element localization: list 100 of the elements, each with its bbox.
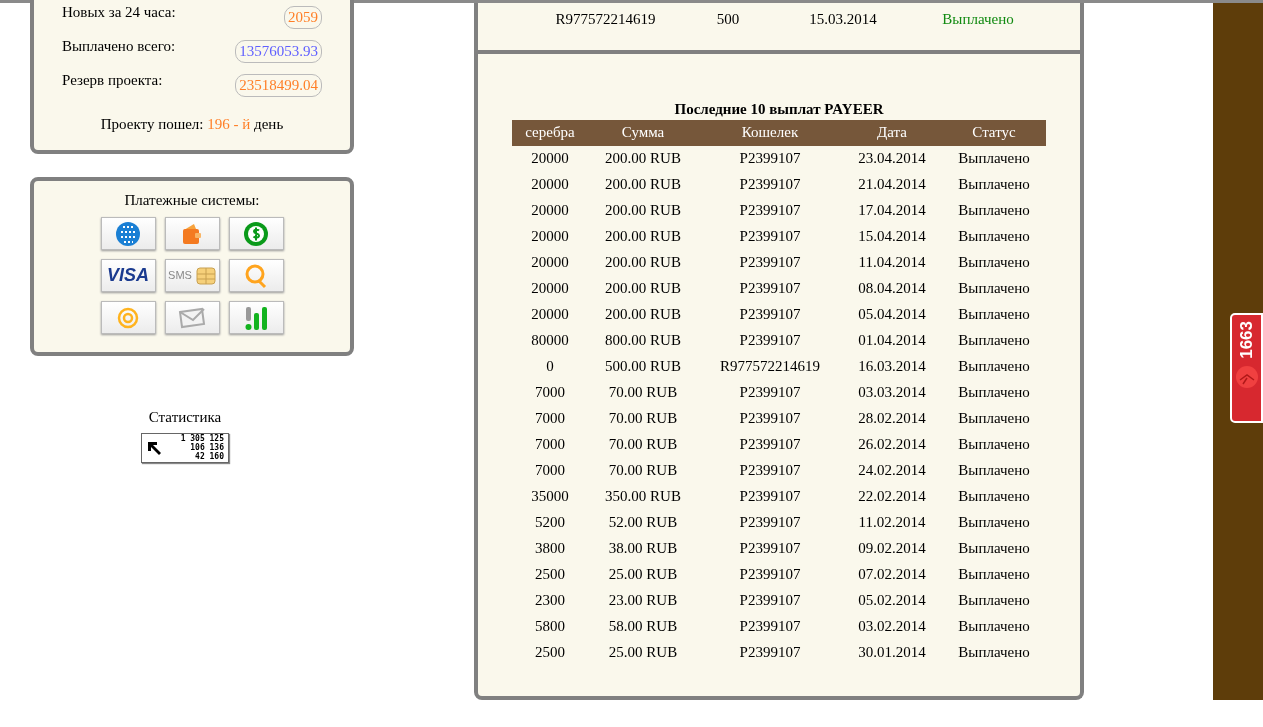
table-cell-text: P2399107 [738, 201, 802, 221]
table-cell-text: Выплачено [957, 617, 1031, 637]
sim-chip-icon [195, 265, 216, 286]
table-cell-text: 52.00 RUB [607, 513, 679, 533]
table-cell-text: Выплачено [957, 305, 1031, 325]
visa-logo: VISA [107, 264, 149, 287]
column-header: Статус [971, 123, 1017, 143]
dollar-icon [243, 220, 269, 247]
table-cell-text: 16.03.2014 [857, 357, 927, 377]
table-cell-text: 35000 [530, 487, 570, 507]
payment-method-button[interactable]: VISA [100, 259, 156, 292]
table-cell-text: Выплачено [941, 10, 1015, 29]
table-cell-text: P2399107 [738, 383, 802, 403]
table-cell-text: P2399107 [738, 253, 802, 273]
table-cell-text: P2399107 [738, 591, 802, 611]
column-header: Кошелек [740, 123, 800, 143]
table-cell-text: 26.02.2014 [857, 435, 927, 455]
table-cell-text: 23.04.2014 [857, 149, 927, 169]
table-cell-text: P2399107 [738, 643, 802, 663]
table-cell-text: 500 [715, 10, 741, 29]
panel-title: Платежные системы: [124, 190, 260, 210]
table-cell-text: Выплачено [957, 591, 1031, 611]
table-cell-text: Выплачено [957, 409, 1031, 429]
stat-label: Новых за 24 часа: [62, 3, 176, 22]
table-cell-text: 20000 [530, 149, 570, 169]
table-cell-text: P2399107 [738, 409, 802, 429]
globe-icon [115, 220, 141, 247]
table-cell-text: 70.00 RUB [607, 383, 679, 403]
table-cell-text: 17.04.2014 [857, 201, 927, 221]
table-cell-text: Выплачено [957, 539, 1031, 559]
column-header: серебра [524, 123, 576, 143]
payment-method-button[interactable] [228, 301, 284, 334]
counter-number: 1 305 125 [180, 434, 224, 443]
table-cell-text: 11.02.2014 [857, 513, 927, 533]
table-cell-text: 7000 [534, 461, 566, 481]
payment-method-button[interactable] [228, 259, 284, 292]
payment-method-button[interactable] [164, 217, 220, 250]
table-cell-text: 20000 [530, 253, 570, 273]
table-cell-text: 200.00 RUB [604, 201, 682, 221]
table-cell-text: 350.00 RUB [604, 487, 682, 507]
table-cell-text: P2399107 [738, 513, 802, 533]
table-cell-text: 15.03.2014 [808, 10, 878, 29]
table-title: Последние 10 выплат PAYEER [674, 99, 884, 119]
table-cell-text: Выплачено [957, 175, 1031, 195]
wallet-icon [180, 221, 204, 246]
table-cell-text: 70.00 RUB [607, 461, 679, 481]
table-cell-text: 24.02.2014 [857, 461, 927, 481]
table-cell-text: 11.04.2014 [857, 253, 927, 273]
table-cell-text: P2399107 [738, 227, 802, 247]
table-cell-text: 38.00 RUB [607, 539, 679, 559]
table-cell-text: 21.04.2014 [857, 175, 927, 195]
payment-method-button[interactable] [228, 217, 284, 250]
table-cell-text: P2399107 [738, 305, 802, 325]
payment-method-button[interactable] [100, 301, 156, 334]
table-cell-text: 20000 [530, 227, 570, 247]
arrow-icon [146, 439, 162, 456]
table-cell-text: 23.00 RUB [607, 591, 679, 611]
table-cell-text: 70.00 RUB [607, 409, 679, 429]
table-cell-text: 01.04.2014 [857, 331, 927, 351]
table-cell-text: 20000 [530, 279, 570, 299]
table-cell-text: Выплачено [957, 227, 1031, 247]
table-cell-text: 08.04.2014 [857, 279, 927, 299]
statistics-title: Статистика [148, 408, 222, 427]
table-cell-text: 15.04.2014 [857, 227, 927, 247]
table-cell-text: 5200 [534, 513, 566, 533]
table-cell-text: 07.02.2014 [857, 565, 927, 585]
table-cell-text: 58.00 RUB [607, 617, 679, 637]
badge-count: 1663 [1235, 321, 1257, 359]
table-cell-text: Выплачено [957, 201, 1031, 221]
table-cell-text: 200.00 RUB [604, 253, 682, 273]
table-cell-text: 2500 [534, 565, 566, 585]
table-cell-text: 05.02.2014 [857, 591, 927, 611]
counter-number: 106 136 [190, 443, 224, 452]
table-cell-text: P2399107 [738, 279, 802, 299]
table-cell-text: 500.00 RUB [604, 357, 682, 377]
table-cell-text: R977572214619 [719, 357, 821, 377]
bars-icon [244, 304, 268, 331]
table-cell-text: R977572214619 [554, 10, 657, 29]
payment-method-button[interactable] [100, 217, 156, 250]
table-cell-text: 25.00 RUB [607, 565, 679, 585]
table-cell-text: P2399107 [738, 539, 802, 559]
table-cell-text: Выплачено [957, 279, 1031, 299]
table-cell-text: 7000 [534, 383, 566, 403]
table-cell-text: 20000 [530, 201, 570, 221]
payment-method-button[interactable] [164, 301, 220, 334]
table-cell-text: 3800 [534, 539, 566, 559]
table-cell-text: P2399107 [738, 435, 802, 455]
table-cell-text: P2399107 [738, 487, 802, 507]
table-cell-text: Выплачено [957, 643, 1031, 663]
table-cell-text: 80000 [530, 331, 570, 351]
project-days-text: Проекту пошел: 196 - й день [99, 115, 285, 134]
table-cell-text: P2399107 [738, 461, 802, 481]
column-header: Дата [876, 123, 908, 143]
table-cell-text: 200.00 RUB [604, 227, 682, 247]
table-cell-text: 2300 [534, 591, 566, 611]
table-cell-text: 70.00 RUB [607, 435, 679, 455]
visitor-counter[interactable]: 1 305 125 106 136 42 160 [141, 432, 229, 463]
counter-badge[interactable]: 1663 [1230, 313, 1263, 423]
stat-label: Резерв проекта: [62, 71, 163, 90]
table-cell-text: 03.02.2014 [857, 617, 927, 637]
